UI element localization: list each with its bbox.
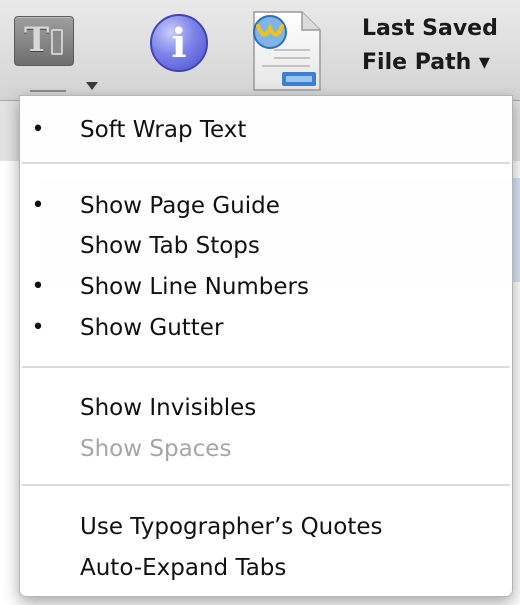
menu-item-show-page-guide[interactable]: • Show Page Guide: [20, 186, 512, 226]
info-icon: i: [150, 14, 208, 72]
menu-separator: [22, 366, 510, 368]
chevron-down-icon: [86, 82, 98, 90]
text-settings-button[interactable]: T: [14, 16, 98, 92]
checkmark-bullet-icon: •: [31, 274, 45, 299]
last-saved-label: Last Saved: [362, 16, 498, 41]
menu-item-label: Auto-Expand Tabs: [80, 555, 287, 581]
menu-item-label: Show Tab Stops: [80, 233, 260, 259]
checkmark-bullet-icon: •: [31, 117, 45, 142]
checkmark-bullet-icon: •: [31, 193, 45, 218]
menu-item-label: Show Gutter: [80, 315, 224, 341]
info-button[interactable]: i: [150, 14, 214, 78]
text-settings-icon: T: [14, 16, 74, 66]
menu-item-label: Show Spaces: [80, 436, 232, 462]
menu-item-show-line-numbers[interactable]: • Show Line Numbers: [20, 267, 512, 307]
menu-item-label: Show Page Guide: [80, 193, 280, 219]
menu-separator: [22, 484, 510, 486]
document-button[interactable]: [244, 6, 330, 94]
menu-item-show-spaces: Show Spaces: [20, 429, 512, 469]
text-document-icon: [253, 11, 321, 91]
menu-item-auto-expand-tabs[interactable]: Auto-Expand Tabs: [20, 548, 512, 588]
menu-item-show-invisibles[interactable]: Show Invisibles: [20, 388, 512, 428]
menu-item-show-tab-stops[interactable]: Show Tab Stops: [20, 226, 512, 266]
menu-item-show-gutter[interactable]: • Show Gutter: [20, 308, 512, 348]
text-settings-menu: • Soft Wrap Text • Show Page Guide Show …: [19, 95, 513, 597]
menu-separator: [22, 162, 510, 164]
menu-item-label: Show Line Numbers: [80, 274, 309, 300]
menu-item-label: Show Invisibles: [80, 395, 257, 421]
file-path-menu[interactable]: File Path ▾: [362, 50, 520, 75]
menu-item-soft-wrap-text[interactable]: • Soft Wrap Text: [20, 110, 512, 150]
menu-item-label: Use Typographer’s Quotes: [80, 514, 383, 540]
checkmark-bullet-icon: •: [31, 315, 45, 340]
menu-item-use-typographers-quotes[interactable]: Use Typographer’s Quotes: [20, 507, 512, 547]
toolbar: T i Last Saved File Path ▾: [0, 0, 520, 101]
menu-item-label: Soft Wrap Text: [80, 117, 247, 143]
